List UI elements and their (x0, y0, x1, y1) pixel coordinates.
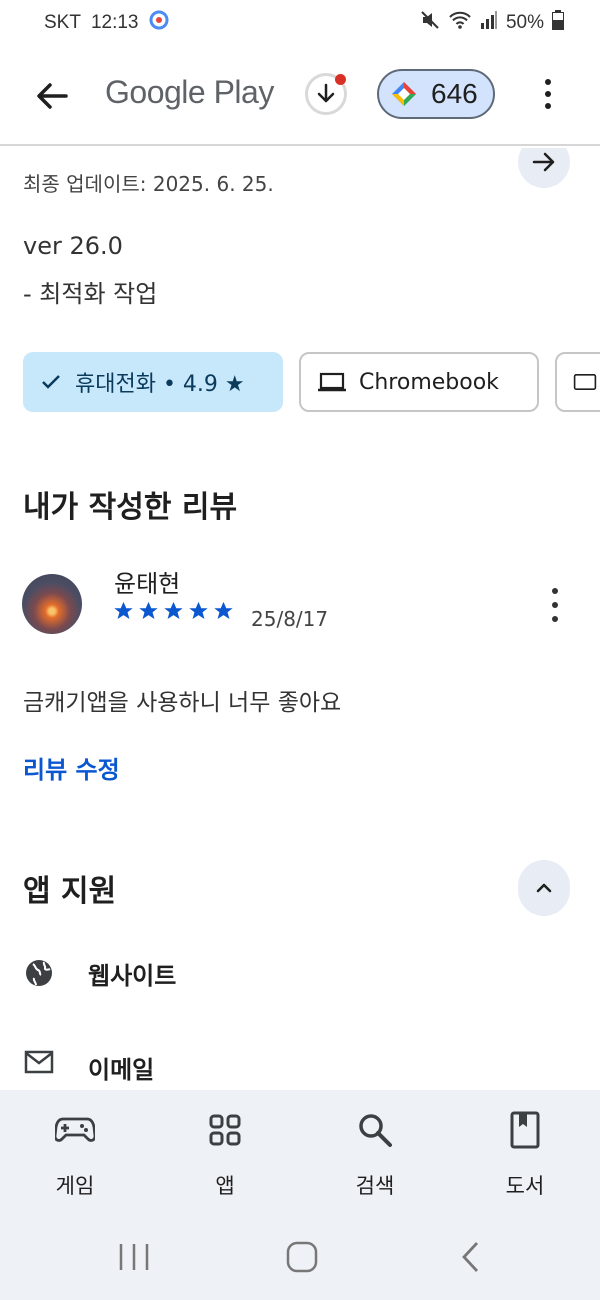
app-support-collapse-button[interactable] (518, 860, 570, 916)
points-count: 646 (431, 78, 478, 109)
more-options-button[interactable] (538, 74, 558, 114)
edit-review-link[interactable]: 리뷰 수정 (23, 750, 120, 785)
nav-item-apps[interactable]: 앱 (175, 1090, 275, 1210)
notification-dot (335, 74, 346, 85)
whats-new-arrow-button[interactable] (518, 148, 570, 188)
my-review-heading: 내가 작성한 리뷰 (23, 490, 238, 525)
arrow-forward-icon (532, 152, 555, 172)
laptop-icon (318, 372, 346, 392)
mail-icon (24, 1050, 54, 1074)
arrow-back-icon (37, 83, 68, 109)
battery-text: 50% (505, 12, 544, 33)
star-icon (189, 601, 208, 619)
app-support-heading: 앱 지원 (23, 874, 117, 909)
play-points-icon (392, 82, 416, 106)
version-text: ver 26.0 (23, 232, 123, 260)
more-vert-icon (552, 588, 558, 594)
last-updated-text: 최종 업데이트: 2025. 6. 25. (23, 172, 274, 196)
globe-icon (26, 960, 52, 986)
nav-item-search[interactable]: 검색 (325, 1090, 425, 1210)
system-navigation-bar (0, 1210, 600, 1300)
gamepad-icon (55, 1117, 95, 1142)
nav-label: 앱 (215, 1174, 235, 1198)
check-icon (42, 375, 60, 389)
reviewer-name: 윤태현 (114, 570, 181, 598)
support-item-email[interactable]: 이메일 (24, 1050, 154, 1084)
star-icon (114, 601, 133, 619)
play-points-chip[interactable]: 646 (377, 69, 495, 119)
status-bar: SKT 12:13 50% (0, 0, 600, 46)
device-chip-label: 휴대전화 • 4.9 ★ (75, 372, 245, 397)
device-chip-tablet[interactable] (555, 352, 600, 412)
clock: 12:13 (90, 12, 139, 33)
recents-icon (119, 1244, 149, 1270)
search-icon (359, 1114, 392, 1147)
whats-new-heading-partial (22, 148, 192, 166)
google-play-title: Google Play (105, 74, 274, 110)
nav-label: 게임 (55, 1174, 95, 1198)
star-icon (164, 601, 183, 619)
device-chip-phone[interactable]: 휴대전화 • 4.9 ★ (23, 352, 283, 412)
device-chip-chromebook[interactable]: Chromebook (299, 352, 539, 412)
review-more-options-button[interactable] (548, 588, 562, 622)
chevron-up-icon (536, 883, 552, 893)
avatar (22, 574, 82, 634)
review-date: 25/8/17 (251, 607, 329, 631)
mute-icon (420, 10, 440, 36)
recents-button[interactable] (114, 1240, 154, 1274)
support-item-label: 웹사이트 (88, 962, 177, 990)
star-icon (214, 601, 233, 619)
device-chip-label: Chromebook (359, 369, 499, 395)
app-bar: Google Play 646 (0, 46, 600, 146)
back-button[interactable] (32, 76, 72, 116)
nav-item-books[interactable]: 도서 (475, 1090, 575, 1210)
nav-item-games[interactable]: 게임 (25, 1090, 125, 1210)
review-text: 금캐기앱을 사용하니 너무 좋아요 (23, 690, 342, 716)
carrier: SKT (44, 12, 81, 33)
star-rating (112, 600, 235, 622)
downloads-button[interactable] (305, 73, 347, 115)
battery-icon (552, 10, 564, 36)
wifi-icon (448, 10, 472, 36)
support-item-website[interactable]: 웹사이트 (24, 958, 176, 990)
tablet-icon (573, 374, 597, 390)
release-notes-text: - 최적화 작업 (23, 280, 158, 308)
book-icon (510, 1111, 540, 1149)
star-icon (139, 601, 158, 619)
download-arrow-icon (317, 83, 335, 103)
app-detail-content: 최종 업데이트: 2025. 6. 25. ver 26.0 - 최적화 작업 … (0, 148, 600, 1090)
more-vert-icon (545, 79, 551, 85)
device-chips: 휴대전화 • 4.9 ★ Chromebook (23, 352, 600, 412)
signal-icon (480, 10, 498, 36)
home-button[interactable] (284, 1240, 320, 1274)
bottom-navigation: 게임 앱 검색 도서 (0, 1090, 600, 1210)
back-chevron-icon (462, 1242, 479, 1272)
home-icon (286, 1241, 318, 1273)
apps-grid-icon (209, 1114, 241, 1146)
nav-label: 검색 (355, 1174, 395, 1198)
notification-app-icon (149, 10, 169, 36)
back-nav-button[interactable] (456, 1240, 486, 1274)
support-item-label: 이메일 (88, 1056, 155, 1084)
nav-label: 도서 (505, 1174, 545, 1198)
